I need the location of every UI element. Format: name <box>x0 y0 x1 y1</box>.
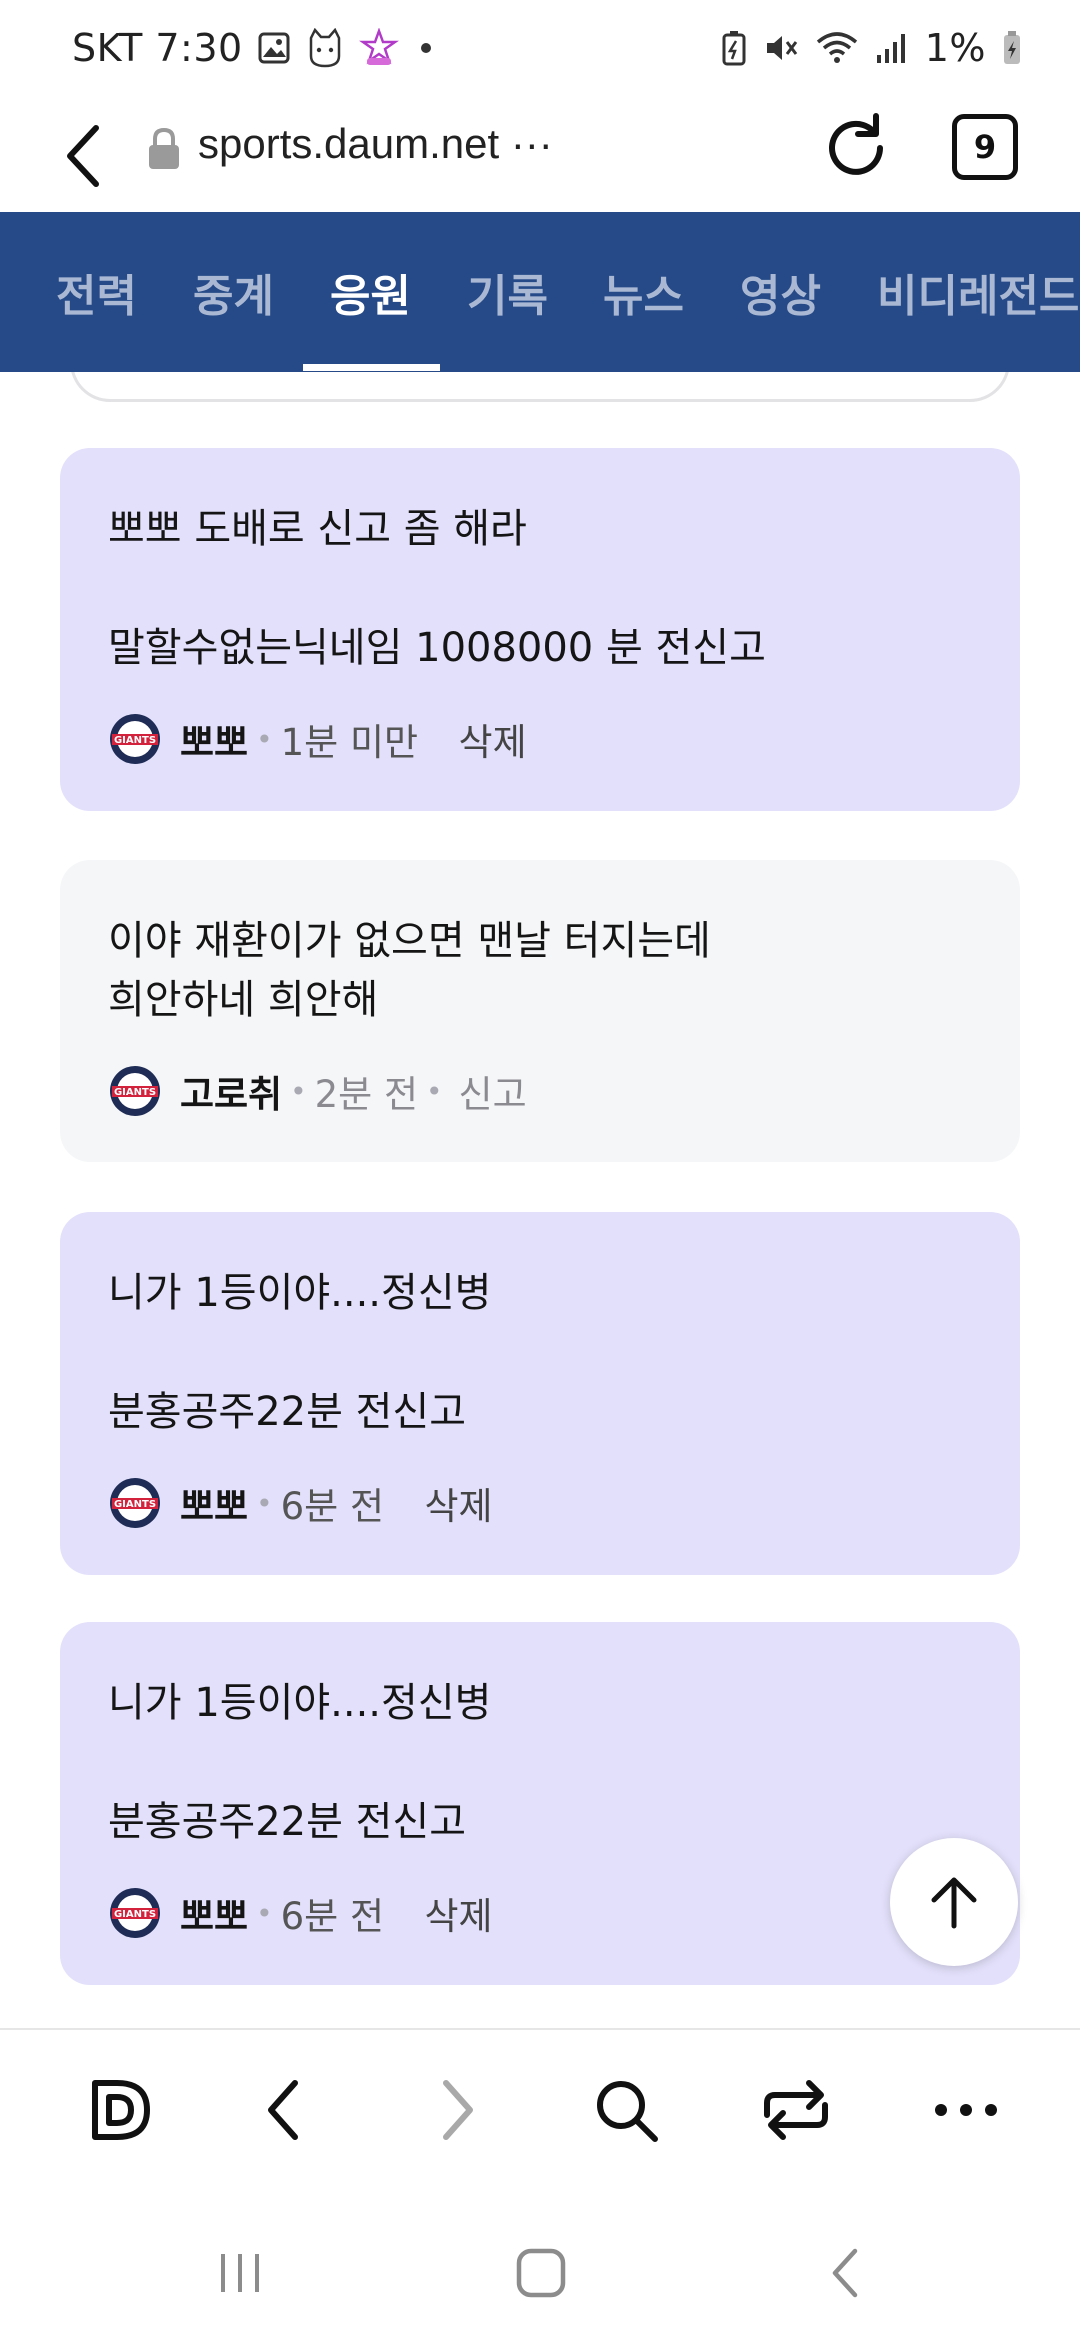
scroll-top-button[interactable] <box>890 1838 1018 1966</box>
daum-d-icon <box>92 2080 150 2140</box>
comment-nickname[interactable]: 뽀뽀 <box>180 1476 248 1530</box>
comment-text: 분홍공주22분 전신고 <box>108 1389 467 1435</box>
url-text[interactable]: sports.daum.net ··· <box>198 120 553 168</box>
app-badge-icon <box>358 28 399 65</box>
report-button[interactable]: 신고 <box>459 1064 527 1118</box>
tab-legend[interactable]: 비디레전드 <box>877 260 1079 324</box>
system-navigation <box>0 2198 1080 2340</box>
active-tab-indicator <box>303 364 440 371</box>
tab-news[interactable]: 뉴스 <box>603 260 684 324</box>
delete-button[interactable]: 삭제 <box>459 712 527 766</box>
comment-meta: GIANTS 뽀뽀 • 6분 전 • 삭제 <box>108 1886 493 1940</box>
comment-time: 1분 미만 <box>280 721 419 764</box>
mute-icon <box>766 36 797 60</box>
tab-cheer[interactable]: 응원 <box>330 260 411 324</box>
comment-card: 니가 1등이야....정신병 분홍공주22분 전신고 GIANTS 뽀뽀 • 6… <box>60 1622 1020 1985</box>
comment-meta: GIANTS 고로취 • 2분 전 • 신고 <box>108 1064 527 1118</box>
tab-count-button[interactable]: 9 <box>952 114 1018 180</box>
back-icon <box>268 2080 298 2140</box>
delete-button[interactable]: 삭제 <box>425 1476 493 1530</box>
comment-card: 이야 재환이가 없으면 맨날 터지는데 희안하네 희안해 GIANTS 고로취 … <box>60 860 1020 1162</box>
forward-icon <box>443 2080 473 2140</box>
comment-text: 뽀뽀 도배로 신고 좀 해라 <box>108 506 527 552</box>
comment-time: 6분 전 <box>280 1485 384 1528</box>
status-time: SKT 7:30 <box>72 26 243 70</box>
comment-time: 6분 전 <box>280 1895 384 1938</box>
browser-address-bar: sports.daum.net ··· 9 <box>0 100 1080 212</box>
team-logo-icon: GIANTS <box>110 1066 160 1116</box>
system-back-button[interactable] <box>810 2238 880 2308</box>
comment-text: 니가 1등이야....정신병 <box>108 1270 492 1316</box>
comment-meta: GIANTS 뽀뽀 • 1분 미만 • 삭제 <box>108 712 527 766</box>
share-button[interactable] <box>756 2070 836 2150</box>
delete-button[interactable]: 삭제 <box>425 1886 493 1940</box>
svg-text:GIANTS: GIANTS <box>114 1087 156 1098</box>
comment-nickname[interactable]: 뽀뽀 <box>180 1886 248 1940</box>
svg-text:GIANTS: GIANTS <box>114 1909 156 1920</box>
comment-feed[interactable]: 뽀뽀 도배로 신고 좀 해라 말할수없는닉네임 1008000 분 전신고 GI… <box>0 372 1080 2028</box>
gallery-icon <box>258 32 290 64</box>
cat-app-icon <box>309 28 340 68</box>
recents-icon <box>221 2254 259 2292</box>
tab-video[interactable]: 영상 <box>740 260 821 324</box>
forward-button[interactable] <box>416 2070 496 2150</box>
comment-text: 말할수없는닉네임 1008000 분 전신고 <box>108 625 766 671</box>
comment-time: 2분 전 <box>314 1073 419 1116</box>
more-button[interactable] <box>926 2070 1006 2150</box>
browser-back-icon[interactable] <box>52 118 122 194</box>
battery-icon <box>1004 31 1020 64</box>
comment-text: 이야 재환이가 없으면 맨날 터지는데 <box>108 918 711 964</box>
system-back-icon <box>832 2248 858 2298</box>
browser-toolbar <box>0 2028 1080 2198</box>
team-logo-icon: GIANTS <box>110 714 160 764</box>
tab-broadcast[interactable]: 중계 <box>193 260 274 324</box>
battery-saver-icon <box>722 31 746 66</box>
battery-percent: 1% <box>924 26 986 70</box>
recents-button[interactable] <box>205 2238 275 2308</box>
team-logo-icon: GIANTS <box>110 1888 160 1938</box>
comment-meta: GIANTS 뽀뽀 • 6분 전 • 삭제 <box>108 1476 493 1530</box>
svg-text:GIANTS: GIANTS <box>114 735 156 746</box>
section-nav: 전력 중계 응원 기록 뉴스 영상 비디레전드 <box>0 212 1080 372</box>
search-button[interactable] <box>586 2070 666 2150</box>
status-bar: SKT 7:30 1% <box>0 0 1080 100</box>
svg-text:GIANTS: GIANTS <box>114 1499 156 1510</box>
share-icon <box>764 2080 828 2140</box>
daum-home-button[interactable] <box>80 2070 160 2150</box>
comment-text: 분홍공주22분 전신고 <box>108 1799 467 1845</box>
comment-card: 니가 1등이야....정신병 분홍공주22분 전신고 GIANTS 뽀뽀 • 6… <box>60 1212 1020 1575</box>
comment-card: 뽀뽀 도배로 신고 좀 해라 말할수없는닉네임 1008000 분 전신고 GI… <box>60 448 1020 811</box>
home-button[interactable] <box>506 2238 576 2308</box>
team-logo-icon: GIANTS <box>110 1478 160 1528</box>
arrow-up-icon <box>931 1877 977 1929</box>
wifi-icon <box>816 32 857 63</box>
signal-icon <box>876 34 905 63</box>
comment-nickname[interactable]: 고로취 <box>180 1064 282 1118</box>
tab-records[interactable]: 기록 <box>467 260 548 324</box>
lock-icon <box>149 127 179 169</box>
comment-nickname[interactable]: 뽀뽀 <box>180 712 248 766</box>
comment-text: 희안하네 희안해 <box>108 977 379 1023</box>
tab-power[interactable]: 전력 <box>56 260 137 324</box>
comment-text: 니가 1등이야....정신병 <box>108 1680 492 1726</box>
back-button[interactable] <box>245 2070 325 2150</box>
input-box-edge <box>70 372 1010 402</box>
reload-icon[interactable] <box>818 110 894 186</box>
more-icon <box>935 2104 997 2116</box>
home-icon <box>516 2248 566 2298</box>
notification-dot-icon <box>420 43 431 53</box>
search-icon <box>597 2081 658 2142</box>
